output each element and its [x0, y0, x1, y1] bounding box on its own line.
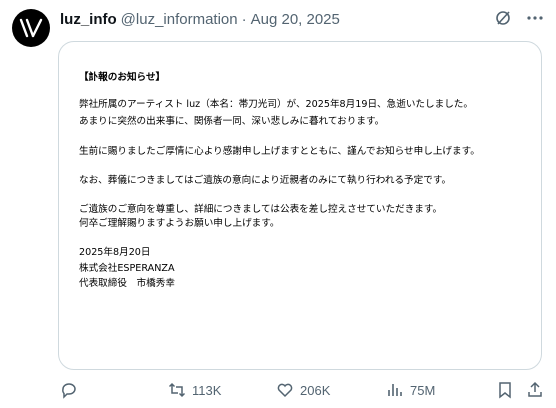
- notice-line: 生前に賜りましたご厚情に心より感謝申し上げますとともに、謹んでお知らせ申し上げま…: [79, 146, 480, 157]
- repost-button[interactable]: 113K: [168, 380, 221, 400]
- grok-icon[interactable]: [494, 9, 512, 27]
- views-count: 75M: [410, 382, 436, 398]
- repost-icon: [168, 382, 186, 398]
- tweet-actions: 113K 206K 75M: [58, 380, 546, 400]
- tweet-date[interactable]: Aug 20, 2025: [251, 11, 340, 28]
- views-icon: [388, 384, 402, 396]
- handle[interactable]: @luz_information: [121, 11, 238, 28]
- share-button[interactable]: [526, 380, 544, 400]
- notice-company: 株式会社ESPERANZA: [79, 263, 175, 274]
- share-icon: [528, 381, 542, 397]
- display-name[interactable]: luz_info: [60, 11, 117, 28]
- bookmark-button[interactable]: [496, 380, 514, 400]
- notice-line: なお、葬儀につきましてはご遺族の意向により近親者のみにて執り行われる予定です。: [79, 175, 452, 186]
- reply-button[interactable]: [60, 380, 78, 400]
- notice-image[interactable]: 【訃報のお知らせ】 弊社所属のアーティスト luz（本名：帯刀光司）が、2025…: [58, 41, 542, 370]
- more-icon[interactable]: [526, 9, 544, 27]
- like-icon: [277, 383, 293, 398]
- tweet-header: luz_info @luz_information · Aug 20, 2025: [60, 9, 544, 29]
- notice-signatory: 代表取締役 市橋秀幸: [79, 278, 175, 289]
- repost-count: 113K: [192, 382, 222, 398]
- notice-line: 何卒ご理解賜りますようお願い申し上げます。: [79, 218, 280, 229]
- views-button[interactable]: 75M: [386, 380, 435, 400]
- like-count: 206K: [300, 382, 331, 398]
- avatar-logo-icon: [19, 18, 43, 38]
- reply-icon: [62, 383, 76, 399]
- notice-title: 【訃報のお知らせ】: [79, 72, 166, 83]
- notice-line: ご遺族のご意向を尊重し、詳細につきましては公表を差し控えさせていただきます。: [79, 204, 443, 215]
- like-button[interactable]: 206K: [276, 380, 330, 400]
- notice-date: 2025年8月20日: [79, 247, 151, 258]
- notice-line: あまりに突然の出来事に、関係者一同、深い悲しみに暮れております。: [79, 116, 385, 127]
- notice-line: 弊社所属のアーティスト luz（本名：帯刀光司）が、2025年8月19日、急逝い…: [79, 99, 473, 110]
- bookmark-icon: [499, 382, 511, 399]
- avatar[interactable]: [12, 9, 50, 47]
- separator: ·: [241, 10, 247, 28]
